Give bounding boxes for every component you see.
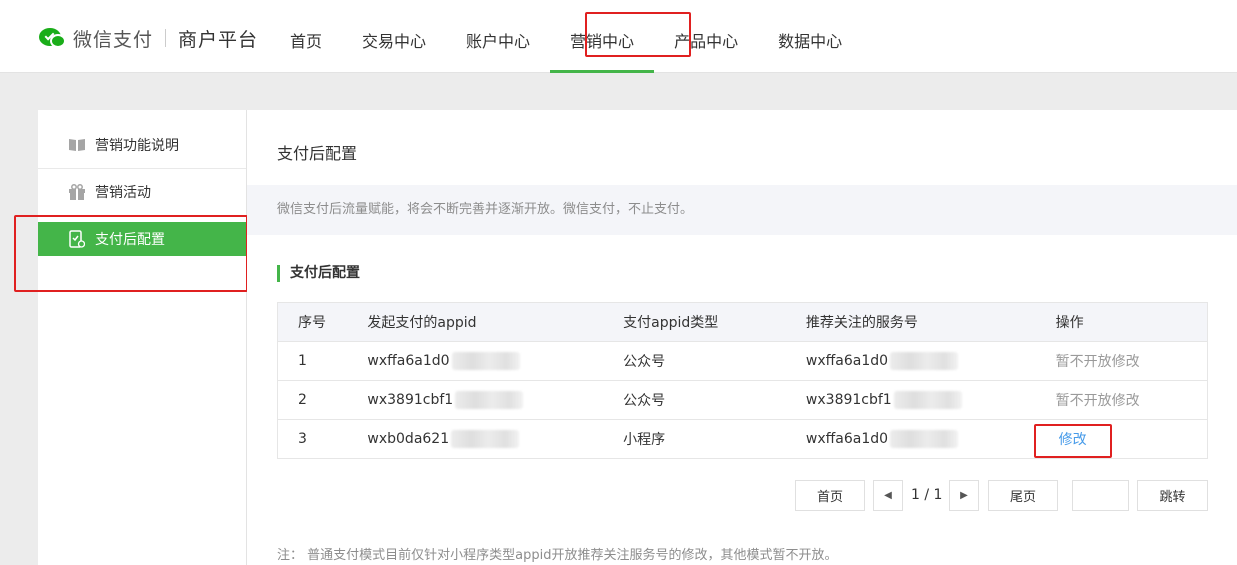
phone-settings-icon [68,230,86,248]
cell-service: wxffa6a1d0 [805,341,1056,381]
appid-text: wx3891cbf1 [367,392,454,408]
nav-data-center[interactable]: 数据中心 [758,0,862,73]
cell-service: wxffa6a1d0 [805,419,1056,459]
chevron-left-icon: ◀ [884,490,892,501]
cell-appid: wxffa6a1d0 [367,341,624,381]
cell-appid: wxb0da621 [367,419,624,459]
pager-first-button[interactable]: 首页 [795,480,865,511]
service-appid-text: wxffa6a1d0 [805,431,889,447]
cell-service: wx3891cbf1 [805,380,1056,420]
cell-type: 公众号 [623,380,806,420]
section-title: 支付后配置 [277,265,360,282]
chevron-right-icon: ▶ [960,490,968,501]
nav-trade-center[interactable]: 交易中心 [342,0,446,73]
redacted-blur [451,430,520,448]
book-icon [68,137,86,153]
redacted-blur [890,430,959,448]
appid-text: wxb0da621 [367,431,450,447]
config-table: 序号 发起支付的appid 支付appid类型 推荐关注的服务号 操作 1 wx… [277,302,1208,459]
footnote: 注： 普通支付模式目前仅针对小程序类型appid开放推荐关注服务号的修改，其他模… [277,548,838,563]
cell-no: 1 [277,341,368,381]
pager-prev-button[interactable]: ◀ [873,480,903,511]
sidebar: 营销功能说明 营销活动 支付后配置 [38,110,247,565]
col-header-appid: 发起支付的appid [367,302,624,342]
cell-type: 小程序 [623,419,806,459]
col-header-no: 序号 [277,302,368,342]
cell-op-disabled: 暂不开放修改 [1055,380,1208,420]
main-content: 支付后配置 微信支付后流量赋能，将会不断完善并逐渐开放。微信支付，不止支付。 支… [247,110,1237,565]
sidebar-item-marketing-activity[interactable]: 营销活动 [38,169,246,216]
brand-subtitle: 商户平台 [178,28,259,51]
service-appid-text: wx3891cbf1 [805,392,892,408]
sidebar-item-post-payment-config[interactable]: 支付后配置 [38,222,246,256]
table-row: 2 wx3891cbf1 公众号 wx3891cbf1 暂不开放修改 [277,380,1208,420]
nav-account-center[interactable]: 账户中心 [446,0,550,73]
wechat-pay-icon [39,26,67,50]
col-header-op: 操作 [1055,302,1208,342]
brand-divider [165,29,167,47]
redacted-blur [451,352,520,370]
pager-next-button[interactable]: ▶ [949,480,979,511]
cell-type: 公众号 [623,341,806,381]
gift-icon [68,184,86,200]
page-title: 支付后配置 [277,144,358,163]
pager-current: 1 / 1 [911,487,943,503]
table-header-row: 序号 发起支付的appid 支付appid类型 推荐关注的服务号 操作 [277,302,1208,342]
main-nav: 首页 交易中心 账户中心 营销中心 产品中心 数据中心 [270,0,862,73]
pager-last-button[interactable]: 尾页 [988,480,1058,511]
cell-no: 3 [277,419,368,459]
top-bar: 微信支付 商户平台 首页 交易中心 账户中心 营销中心 产品中心 数据中心 [0,0,1237,73]
cell-appid: wx3891cbf1 [367,380,624,420]
col-header-service: 推荐关注的服务号 [805,302,1056,342]
appid-text: wxffa6a1d0 [367,353,450,369]
table-row: 3 wxb0da621 小程序 wxffa6a1d0 修改 [277,419,1208,459]
nav-marketing-center[interactable]: 营销中心 [550,0,655,73]
brand-name: 微信支付 [73,28,154,51]
col-header-type: 支付appid类型 [623,302,806,342]
sidebar-item-label: 支付后配置 [95,232,165,248]
redacted-blur [455,391,524,409]
pager-page-input[interactable] [1072,480,1129,511]
nav-product-center[interactable]: 产品中心 [654,0,758,73]
cell-no: 2 [277,380,368,420]
sidebar-item-label: 营销活动 [95,185,151,201]
wechat-pay-logo[interactable]: 微信支付 商户平台 [39,24,258,52]
edit-link[interactable]: 修改 [1059,432,1087,448]
table-row: 1 wxffa6a1d0 公众号 wxffa6a1d0 暂不开放修改 [277,341,1208,381]
sidebar-item-label: 营销功能说明 [95,138,179,154]
nav-home[interactable]: 首页 [270,0,342,73]
sidebar-item-marketing-intro[interactable]: 营销功能说明 [38,122,246,169]
cell-op-disabled: 暂不开放修改 [1055,341,1208,381]
redacted-blur [890,352,959,370]
redacted-blur [893,391,962,409]
service-appid-text: wxffa6a1d0 [805,353,889,369]
cell-op: 修改 [1055,419,1208,459]
notice-banner: 微信支付后流量赋能，将会不断完善并逐渐开放。微信支付，不止支付。 [247,185,1237,235]
pager-jump-button[interactable]: 跳转 [1137,480,1208,511]
